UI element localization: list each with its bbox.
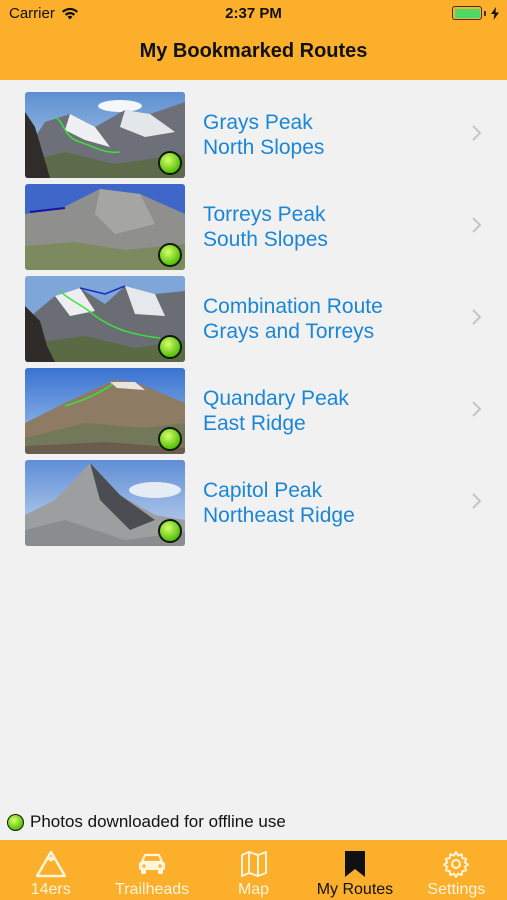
offline-indicator-icon xyxy=(158,427,182,451)
battery-icon xyxy=(452,6,499,20)
route-peak-label: Torreys Peak xyxy=(203,203,326,226)
offline-indicator-icon xyxy=(158,335,182,359)
route-subtitle-label: North Slopes xyxy=(203,136,325,159)
tab-bar: 14ers Trailheads Map My Routes Settings xyxy=(0,840,507,900)
chevron-right-icon xyxy=(472,125,482,141)
tab-trailheads[interactable]: Trailheads xyxy=(101,840,202,900)
route-name: Combination Route Grays and Torreys xyxy=(203,294,463,344)
offline-indicator-icon xyxy=(7,813,24,831)
route-name: Capitol Peak Northeast Ridge xyxy=(203,478,463,528)
bookmark-icon xyxy=(344,851,365,877)
tab-settings[interactable]: Settings xyxy=(406,840,507,900)
tab-my-routes[interactable]: My Routes xyxy=(304,840,405,900)
route-row-quandary-peak[interactable]: Quandary Peak East Ridge xyxy=(0,362,507,454)
tab-label: Trailheads xyxy=(115,881,190,898)
tab-label: 14ers xyxy=(30,881,71,898)
route-photo xyxy=(25,460,185,546)
route-subtitle-label: Grays and Torreys xyxy=(203,320,375,343)
offline-indicator-icon xyxy=(158,243,182,267)
route-subtitle-label: South Slopes xyxy=(203,228,328,251)
offline-legend-text: Photos downloaded for offline use xyxy=(30,812,286,831)
route-row-grays-peak[interactable]: Grays Peak North Slopes xyxy=(0,86,507,178)
route-peak-label: Grays Peak xyxy=(203,111,313,134)
car-icon xyxy=(139,853,166,874)
route-name: Grays Peak North Slopes xyxy=(203,110,463,160)
chevron-right-icon xyxy=(472,217,482,233)
chevron-right-icon xyxy=(472,309,482,325)
route-name: Quandary Peak East Ridge xyxy=(203,386,463,436)
gear-icon xyxy=(443,851,470,878)
route-photo xyxy=(25,92,185,178)
route-name: Torreys Peak South Slopes xyxy=(203,202,463,252)
tab-label: My Routes xyxy=(316,881,394,898)
header: Carrier 2:37 PM My Bookmarked Routes xyxy=(0,0,507,80)
route-row-torreys-peak[interactable]: Torreys Peak South Slopes xyxy=(0,178,507,270)
route-row-combination-route[interactable]: Combination Route Grays and Torreys xyxy=(0,270,507,362)
status-bar: Carrier 2:37 PM xyxy=(0,0,507,28)
route-peak-label: Combination Route xyxy=(203,295,383,318)
offline-indicator-icon xyxy=(158,519,182,543)
route-photo xyxy=(25,368,185,454)
route-peak-label: Capitol Peak xyxy=(203,479,323,502)
route-subtitle-label: East Ridge xyxy=(203,412,306,435)
tab-label: Settings xyxy=(427,881,486,898)
map-icon xyxy=(240,851,267,877)
tab-map[interactable]: Map xyxy=(203,840,304,900)
route-peak-label: Quandary Peak xyxy=(203,387,349,410)
route-row-capitol-peak[interactable]: Capitol Peak Northeast Ridge xyxy=(0,454,507,546)
route-subtitle-label: Northeast Ridge xyxy=(203,504,355,527)
bolt-icon xyxy=(491,6,499,20)
offline-indicator-icon xyxy=(158,151,182,175)
mountain-icon xyxy=(35,850,66,878)
tab-label: Map xyxy=(237,881,270,898)
offline-legend: Photos downloaded for offline use xyxy=(7,812,286,832)
route-photo xyxy=(25,276,185,362)
tab-14ers[interactable]: 14ers xyxy=(0,840,101,900)
chevron-right-icon xyxy=(472,401,482,417)
chevron-right-icon xyxy=(472,493,482,509)
route-photo xyxy=(25,184,185,270)
page-title: My Bookmarked Routes xyxy=(139,40,368,62)
clock: 2:37 PM xyxy=(225,5,282,22)
